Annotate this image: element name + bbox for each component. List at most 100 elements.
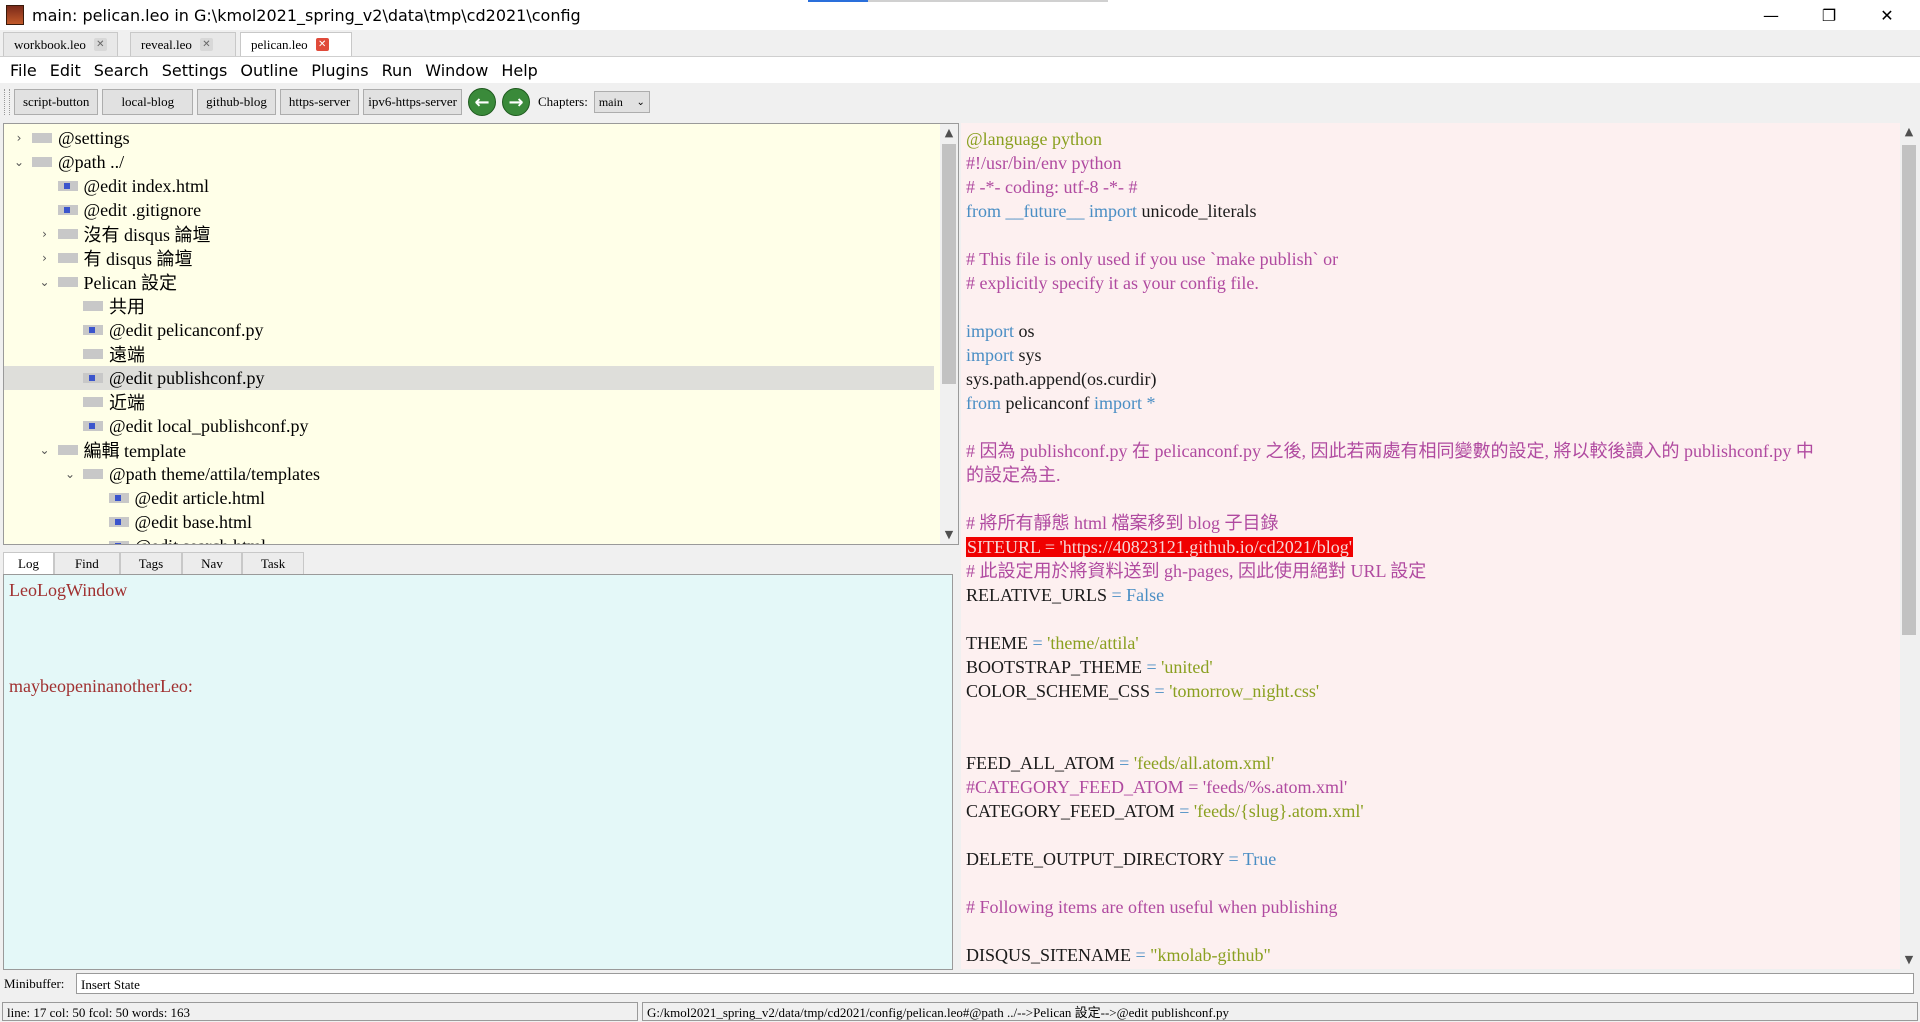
code-token: = xyxy=(1228,849,1239,869)
code-line: # 將所有靜態 html 檔案移到 blog 子目錄 xyxy=(966,511,1279,535)
tab-close-icon[interactable]: ✕ xyxy=(93,38,107,51)
collapsed-arrow-icon[interactable]: › xyxy=(38,227,52,241)
body-scroll-thumb[interactable] xyxy=(1902,145,1916,635)
scroll-up-icon[interactable]: ▲ xyxy=(940,124,958,142)
code-token: #CATEGORY_FEED_ATOM = 'feeds/%s.atom.xml… xyxy=(966,777,1348,797)
code-token: sys xyxy=(1014,345,1042,365)
outline-node[interactable]: @edit pelicanconf.py xyxy=(4,318,934,342)
body-scrollbar[interactable]: ▲ ▼ xyxy=(1900,123,1918,969)
expanded-arrow-icon[interactable]: ⌄ xyxy=(63,467,77,481)
minimize-icon[interactable]: — xyxy=(1742,0,1800,30)
log-pane[interactable]: LeoLogWindow maybeopeninanotherLeo: xyxy=(3,574,953,970)
expanded-arrow-icon[interactable]: ⌄ xyxy=(38,275,52,289)
outline-node[interactable]: ⌄ Pelican 設定 xyxy=(4,270,934,294)
minibuffer-input[interactable]: Insert State xyxy=(76,973,1914,994)
outline-node[interactable]: @edit index.html xyxy=(4,174,934,198)
code-line: #!/usr/bin/env python xyxy=(966,151,1122,175)
menu-search[interactable]: Search xyxy=(94,61,149,80)
outline-node-label: 編輯 template xyxy=(83,441,186,461)
outline-node[interactable]: ⌄ 編輯 template xyxy=(4,438,934,462)
outline-node-label: Pelican 設定 xyxy=(83,273,177,293)
outline-node[interactable]: 近端 xyxy=(4,390,934,414)
outline-node-label: 近端 xyxy=(109,393,145,413)
tab-tags[interactable]: Tags xyxy=(119,552,183,574)
tab-task[interactable]: Task xyxy=(241,552,305,574)
outline-node[interactable]: 遠端 xyxy=(4,342,934,366)
script-button[interactable]: script-button xyxy=(14,89,99,115)
outline-node[interactable]: @edit publishconf.py xyxy=(4,366,934,390)
outline-node[interactable]: ⌄ @path theme/attila/templates xyxy=(4,462,934,486)
tab-close-icon[interactable]: ✕ xyxy=(199,38,213,51)
menu-settings[interactable]: Settings xyxy=(162,61,228,80)
restore-icon[interactable]: ❐ xyxy=(1800,0,1858,30)
code-token: import xyxy=(966,345,1014,365)
tab-workbook-leo[interactable]: workbook.leo ✕ xyxy=(3,32,118,56)
https-server-button[interactable]: https-server xyxy=(279,89,360,115)
code-token: 'feeds/{slug}.atom.xml' xyxy=(1189,801,1364,821)
outline-node-label: @edit .gitignore xyxy=(83,199,202,220)
code-token: THEME xyxy=(966,633,1033,653)
outline-node-label: 有 disqus 論壇 xyxy=(83,249,193,269)
tab-close-icon[interactable]: ✕ xyxy=(315,38,329,51)
menu-edit[interactable]: Edit xyxy=(50,61,81,80)
code-token: sys.path.append(os.curdir) xyxy=(966,369,1157,389)
local-blog-button[interactable]: local-blog xyxy=(102,89,194,115)
code-token: from xyxy=(966,393,1001,413)
code-token: # 此設定用於將資料送到 gh-pages, 因此使用絕對 URL 設定 xyxy=(966,561,1427,581)
code-token: # This file is only used if you use `mak… xyxy=(966,249,1339,269)
tab-log[interactable]: Log xyxy=(3,552,54,574)
outline-pane[interactable]: › @settings ⌄ @path ../ @edit index.html @edi… xyxy=(3,123,959,545)
back-arrow-icon[interactable]: ← xyxy=(468,88,497,116)
outline-node[interactable]: @edit article.html xyxy=(4,486,934,510)
chapters-select[interactable]: main ⌄ xyxy=(593,91,650,113)
tab-reveal-leo[interactable]: reveal.leo ✕ xyxy=(130,32,236,56)
outline-scrollbar[interactable]: ▲ ▼ xyxy=(940,124,958,544)
code-token: False xyxy=(1121,585,1165,605)
code-token: RELATIVE_URLS xyxy=(966,585,1112,605)
outline-node[interactable]: › 沒有 disqus 論壇 xyxy=(4,222,934,246)
menu-file[interactable]: File xyxy=(10,61,37,80)
menu-window[interactable]: Window xyxy=(425,61,488,80)
code-token: DELETE_OUTPUT_DIRECTORY xyxy=(966,849,1229,869)
menu-help[interactable]: Help xyxy=(501,61,537,80)
outline-node[interactable]: @edit base.html xyxy=(4,510,934,534)
collapsed-arrow-icon[interactable]: › xyxy=(38,251,52,265)
tab-nav[interactable]: Nav xyxy=(182,552,242,574)
leo-app-icon xyxy=(6,5,24,25)
file-node-icon xyxy=(108,493,129,503)
github-blog-button[interactable]: github-blog xyxy=(197,89,276,115)
code-line: CATEGORY_FEED_ATOM = 'feeds/{slug}.atom.… xyxy=(966,799,1364,823)
tab-pelican-leo[interactable]: pelican.leo ✕ xyxy=(240,32,352,56)
scroll-down-icon[interactable]: ▼ xyxy=(1900,951,1918,969)
menu-plugins[interactable]: Plugins xyxy=(311,61,368,80)
expanded-arrow-icon[interactable]: ⌄ xyxy=(38,443,52,457)
outline-node[interactable]: @edit local_publishconf.py xyxy=(4,414,934,438)
toolbar-grip[interactable] xyxy=(4,89,10,115)
code-token: DISQUS_SITENAME xyxy=(966,945,1136,965)
menu-run[interactable]: Run xyxy=(382,61,413,80)
close-icon[interactable]: ✕ xyxy=(1858,0,1916,30)
outline-node[interactable]: › @settings xyxy=(4,126,934,150)
code-token: = xyxy=(1135,945,1146,965)
body-editor[interactable]: @language python #!/usr/bin/env python # -… xyxy=(961,123,1900,969)
scroll-up-icon[interactable]: ▲ xyxy=(1900,123,1918,141)
outline-node[interactable]: @edit .gitignore xyxy=(4,198,934,222)
log-line: maybeopeninanotherLeo: xyxy=(9,676,193,696)
scroll-down-icon[interactable]: ▼ xyxy=(940,526,958,544)
outline-scroll-thumb[interactable] xyxy=(942,144,956,384)
tab-find[interactable]: Find xyxy=(53,552,120,574)
outline-node[interactable]: 共用 xyxy=(4,294,934,318)
outline-node[interactable]: ⌄ @path ../ xyxy=(4,150,934,174)
outline-node-label: @edit index.html xyxy=(83,175,210,196)
node-icon xyxy=(83,397,103,407)
menu-outline[interactable]: Outline xyxy=(240,61,298,80)
code-line: # This file is only used if you use `mak… xyxy=(966,247,1338,271)
ipv6-https-server-button[interactable]: ipv6-https-server xyxy=(363,89,463,115)
outline-node[interactable]: › 有 disqus 論壇 xyxy=(4,246,934,270)
code-token: 'united' xyxy=(1156,657,1213,677)
outline-node[interactable]: @edit search.html xyxy=(4,534,934,544)
status-bar: line: 17 col: 50 fcol: 50 words: 163 G:/… xyxy=(0,1000,1920,1022)
expanded-arrow-icon[interactable]: ⌄ xyxy=(12,155,26,169)
forward-arrow-icon[interactable]: → xyxy=(502,88,531,116)
collapsed-arrow-icon[interactable]: › xyxy=(12,131,26,145)
